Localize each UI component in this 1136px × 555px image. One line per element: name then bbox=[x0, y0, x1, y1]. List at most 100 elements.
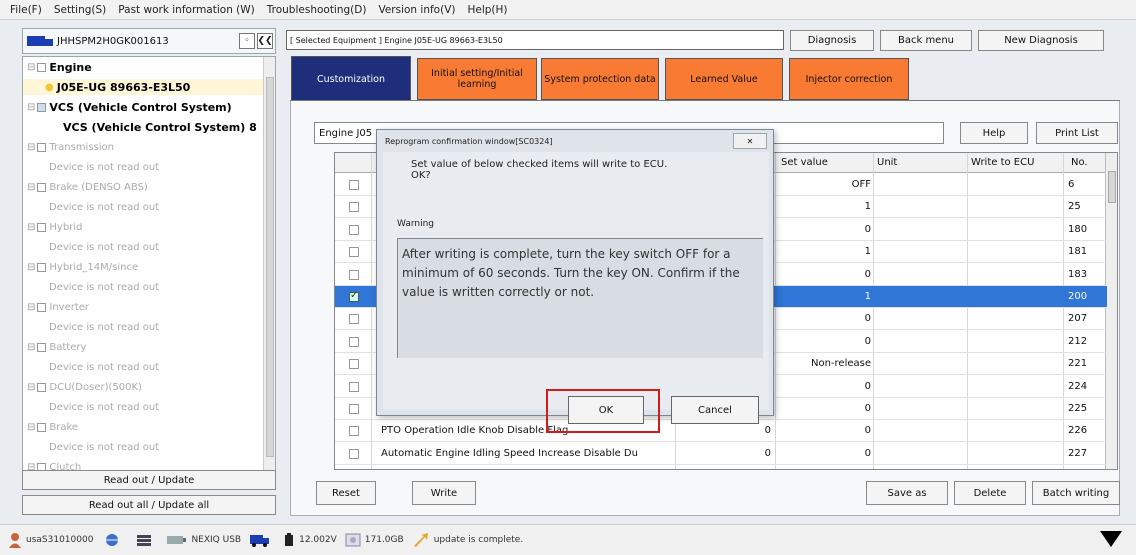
tab-system-protection[interactable]: System protection data bbox=[541, 58, 659, 100]
options-button[interactable]: ◦ bbox=[239, 33, 255, 49]
tree-item[interactable]: Device is not read out bbox=[23, 239, 263, 255]
tree-item[interactable]: ⊟ Inverter bbox=[23, 299, 263, 315]
row-checkbox[interactable] bbox=[349, 180, 359, 190]
tree-item[interactable]: Device is not read out bbox=[23, 359, 263, 375]
row-set-value[interactable]: 0 bbox=[777, 425, 871, 436]
row-checkbox[interactable] bbox=[349, 448, 359, 459]
row-set-value[interactable]: 0 bbox=[777, 336, 871, 347]
save-as-button[interactable]: Save as bbox=[866, 481, 948, 505]
row-checkbox[interactable] bbox=[349, 224, 359, 235]
tree-item[interactable]: ⊟ Battery bbox=[23, 339, 263, 355]
table-row[interactable]: Automatic Engine Idling Speed Increase D… bbox=[335, 443, 1107, 465]
reset-button[interactable]: Reset bbox=[316, 481, 376, 505]
row-checkbox[interactable] bbox=[349, 426, 359, 437]
row-checkbox[interactable] bbox=[349, 314, 359, 325]
dialog-title: Reprogram confirmation window[SC0324] bbox=[385, 137, 553, 146]
tree-checkbox[interactable] bbox=[37, 302, 47, 312]
read-out-all-button[interactable]: Read out all / Update all bbox=[22, 495, 276, 515]
row-checkbox[interactable] bbox=[349, 336, 359, 347]
print-list-button[interactable]: Print List bbox=[1036, 122, 1118, 144]
row-checkbox[interactable] bbox=[349, 247, 359, 258]
tree-checkbox[interactable] bbox=[37, 342, 47, 352]
tree-item[interactable]: ⊟ Transmission bbox=[23, 139, 263, 155]
row-set-value[interactable]: 0 bbox=[777, 224, 871, 235]
tree-expander-icon[interactable]: ⊟ bbox=[27, 302, 35, 313]
row-checkbox[interactable] bbox=[349, 290, 359, 302]
tab-initial-setting[interactable]: Initial setting/Initial learning bbox=[417, 58, 537, 100]
row-set-value[interactable]: 0 bbox=[777, 313, 871, 324]
row-set-value[interactable]: 1 bbox=[777, 291, 871, 302]
row-set-value[interactable]: 1 bbox=[777, 201, 871, 212]
tree-item[interactable]: Device is not read out bbox=[23, 439, 263, 455]
tree-vertical-scrollbar[interactable] bbox=[263, 57, 275, 481]
tree-item-label: VCS (Vehicle Control System) bbox=[49, 100, 232, 114]
dialog-close-button[interactable]: ✕ bbox=[733, 133, 767, 149]
read-out-update-button[interactable]: Read out / Update bbox=[22, 470, 276, 490]
tree-expander-icon[interactable]: ⊟ bbox=[27, 262, 35, 273]
delete-button[interactable]: Delete bbox=[954, 481, 1026, 505]
menu-file[interactable]: File(F) bbox=[10, 4, 42, 16]
row-checkbox[interactable] bbox=[349, 359, 359, 370]
menu-past-work[interactable]: Past work information (W) bbox=[118, 4, 254, 16]
tree-item[interactable]: ⊟ Hybrid bbox=[23, 219, 263, 235]
row-checkbox[interactable] bbox=[349, 404, 359, 414]
row-set-value[interactable]: Non-release bbox=[777, 358, 871, 369]
tree-item[interactable]: ⊟ VCS (Vehicle Control System) bbox=[23, 99, 263, 115]
tree-checkbox[interactable] bbox=[37, 102, 47, 112]
tree-item[interactable]: Device is not read out bbox=[23, 319, 263, 335]
row-set-value[interactable]: 0 bbox=[777, 381, 871, 392]
row-checkbox[interactable] bbox=[349, 381, 359, 392]
collapse-panel-button[interactable]: ❮❮ bbox=[257, 33, 273, 49]
write-button[interactable]: Write bbox=[412, 481, 476, 505]
tree-expander-icon[interactable]: ⊟ bbox=[27, 142, 35, 153]
tree-item[interactable]: Device is not read out bbox=[23, 159, 263, 175]
tree-item[interactable]: ● J05E-UG 89663-E3L50 bbox=[23, 79, 263, 95]
cancel-button[interactable]: Cancel bbox=[671, 396, 759, 424]
back-menu-button[interactable]: Back menu bbox=[880, 30, 972, 51]
menu-version-info[interactable]: Version info(V) bbox=[378, 4, 455, 16]
row-set-value[interactable]: 0 bbox=[777, 269, 871, 280]
row-set-value[interactable]: OFF bbox=[777, 179, 871, 190]
tree-expander-icon[interactable]: ⊟ bbox=[27, 342, 35, 353]
tab-injector-correction[interactable]: Injector correction bbox=[789, 58, 909, 100]
tree-checkbox[interactable] bbox=[37, 62, 47, 72]
menu-help[interactable]: Help(H) bbox=[467, 4, 507, 16]
tree-checkbox[interactable] bbox=[37, 142, 47, 152]
tree-checkbox[interactable] bbox=[37, 182, 47, 192]
ok-button[interactable]: OK bbox=[568, 396, 644, 424]
tree-checkbox[interactable] bbox=[37, 422, 47, 432]
expand-down-icon[interactable] bbox=[1100, 531, 1122, 547]
tree-expander-icon[interactable]: ⊟ bbox=[27, 102, 35, 113]
tree-item[interactable]: ⊟ Brake (DENSO ABS) bbox=[23, 179, 263, 195]
tree-item[interactable]: Device is not read out bbox=[23, 399, 263, 415]
row-set-value[interactable]: 1 bbox=[777, 246, 871, 257]
menu-troubleshooting[interactable]: Troubleshooting(D) bbox=[267, 4, 367, 16]
tree-item[interactable]: VCS (Vehicle Control System) 8 bbox=[23, 119, 263, 135]
row-set-value[interactable]: 0 bbox=[777, 448, 871, 459]
row-checkbox[interactable] bbox=[349, 202, 359, 213]
row-set-value[interactable]: 0 bbox=[777, 403, 871, 414]
row-checkbox[interactable] bbox=[349, 269, 359, 280]
tab-customization[interactable]: Customization bbox=[291, 56, 411, 102]
tree-checkbox[interactable] bbox=[37, 222, 47, 232]
help-button[interactable]: Help bbox=[960, 122, 1028, 144]
tree-checkbox[interactable] bbox=[37, 262, 47, 272]
diagnosis-button[interactable]: Diagnosis bbox=[790, 30, 874, 51]
tree-item[interactable]: ⊟ Hybrid_14M/since bbox=[23, 259, 263, 275]
tab-learned-value[interactable]: Learned Value bbox=[665, 58, 783, 100]
new-diagnosis-button[interactable]: New Diagnosis bbox=[978, 30, 1104, 51]
tree-expander-icon[interactable]: ⊟ bbox=[27, 422, 35, 433]
tree-item[interactable]: ⊟ Brake bbox=[23, 419, 263, 435]
tree-expander-icon[interactable]: ⊟ bbox=[27, 62, 35, 73]
tree-expander-icon[interactable]: ⊟ bbox=[27, 382, 35, 393]
tree-expander-icon[interactable]: ⊟ bbox=[27, 222, 35, 233]
tree-expander-icon[interactable]: ⊟ bbox=[27, 182, 35, 193]
tree-item[interactable]: ⊟ Engine bbox=[23, 59, 263, 75]
batch-writing-button[interactable]: Batch writing bbox=[1032, 481, 1120, 505]
tree-checkbox[interactable] bbox=[37, 382, 47, 392]
menu-setting[interactable]: Setting(S) bbox=[54, 4, 106, 16]
tree-item[interactable]: Device is not read out bbox=[23, 199, 263, 215]
row-number: 181 bbox=[1068, 246, 1088, 258]
tree-item[interactable]: Device is not read out bbox=[23, 279, 263, 295]
tree-item[interactable]: ⊟ DCU(Doser)(500K) bbox=[23, 379, 263, 395]
